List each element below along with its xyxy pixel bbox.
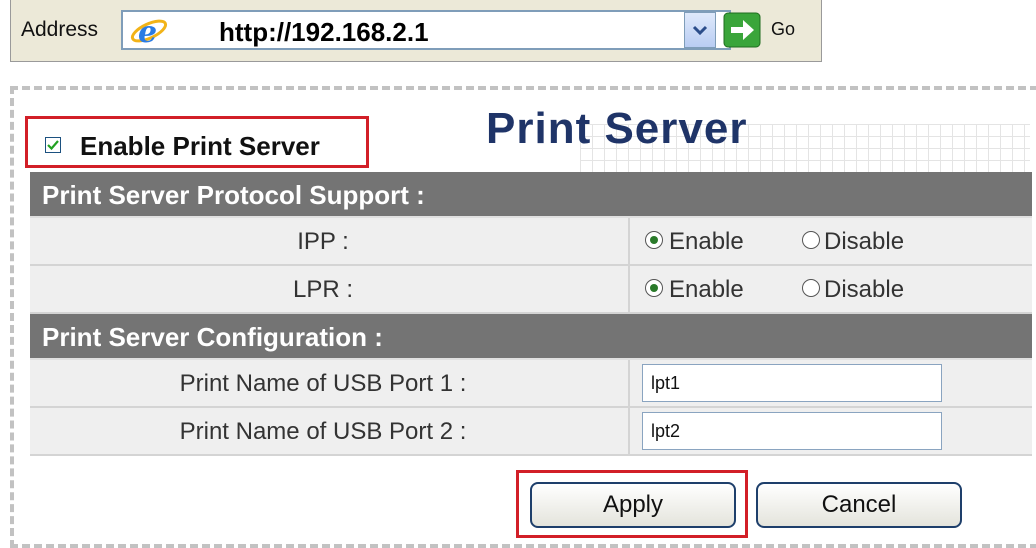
lpr-disable-label[interactable]: Disable	[824, 276, 904, 304]
go-arrow-icon[interactable]	[723, 12, 761, 48]
protocol-section-header: Print Server Protocol Support :	[30, 172, 1032, 218]
ipp-enable-radio[interactable]	[645, 231, 663, 249]
ipp-disable-radio[interactable]	[802, 231, 820, 249]
address-url[interactable]: http://192.168.2.1	[219, 17, 429, 48]
svg-text:e: e	[138, 15, 157, 48]
table-row-ipp: IPP : Enable Disable	[30, 218, 1032, 266]
column-divider	[628, 360, 630, 406]
table-row-usb-port-2: Print Name of USB Port 2 :	[30, 408, 1032, 456]
table-row-lpr: LPR : Enable Disable	[30, 266, 1032, 314]
cancel-button[interactable]: Cancel	[756, 482, 962, 528]
lpr-enable-radio[interactable]	[645, 279, 663, 297]
column-divider	[628, 408, 630, 454]
checkbox-checked-icon	[47, 140, 59, 151]
go-button-label[interactable]: Go	[771, 19, 795, 40]
config-section-header: Print Server Configuration :	[30, 314, 1032, 360]
usb-port-1-label: Print Name of USB Port 1 :	[179, 370, 467, 397]
lpr-label: LPR :	[292, 276, 354, 303]
lpr-enable-label[interactable]: Enable	[669, 276, 744, 304]
usb-port-1-input[interactable]	[642, 364, 942, 402]
address-field[interactable]: e http://192.168.2.1	[121, 10, 731, 50]
enable-print-server-highlight: Enable Print Server	[25, 116, 369, 168]
enable-print-server-checkbox[interactable]	[45, 137, 61, 153]
column-divider	[628, 266, 630, 312]
settings-table: Print Server Protocol Support : IPP : En…	[30, 172, 1032, 456]
usb-port-2-label: Print Name of USB Port 2 :	[179, 418, 467, 445]
ipp-enable-label[interactable]: Enable	[669, 228, 744, 256]
table-row-usb-port-1: Print Name of USB Port 1 :	[30, 360, 1032, 408]
apply-button[interactable]: Apply	[530, 482, 736, 528]
dropdown-arrow-icon	[692, 25, 708, 36]
address-bar: Address e http://192.168.2.1 Go	[10, 0, 822, 62]
ipp-label: IPP :	[297, 228, 349, 255]
ie-icon: e	[130, 15, 168, 48]
lpr-disable-radio[interactable]	[802, 279, 820, 297]
ipp-disable-label[interactable]: Disable	[824, 228, 904, 256]
page-title: Print Server	[486, 104, 748, 153]
address-dropdown-button[interactable]	[684, 12, 716, 48]
column-divider	[628, 218, 630, 264]
enable-print-server-label[interactable]: Enable Print Server	[80, 131, 320, 162]
usb-port-2-input[interactable]	[642, 412, 942, 450]
address-label: Address	[21, 18, 99, 41]
